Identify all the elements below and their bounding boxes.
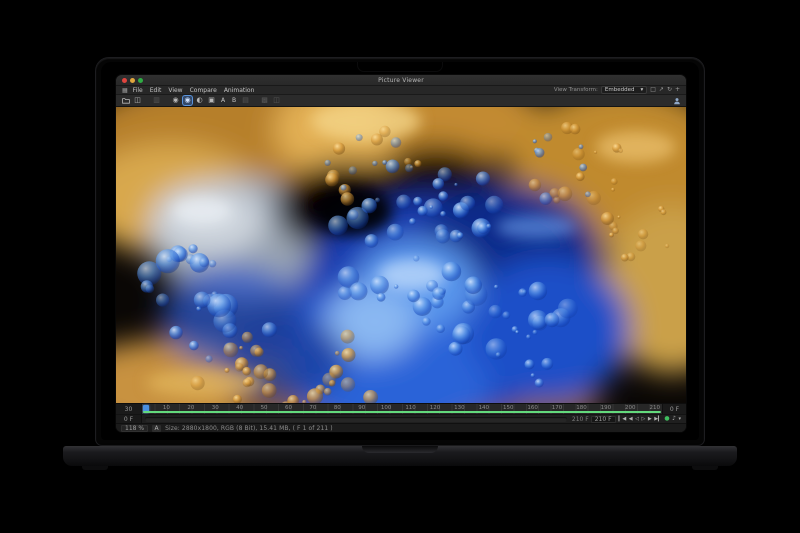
timeline-ruler[interactable]: 1020304050607080901001101201301401501601… [142, 404, 662, 414]
histogram-icon[interactable]: ▥ [152, 96, 161, 105]
link-icon[interactable]: ▩ [260, 96, 269, 105]
save-icon[interactable]: ◫ [133, 96, 142, 105]
status-bar: 118 % A Size: 2880x1800, RGB (8 Bit), 15… [116, 423, 686, 432]
contrast-icon[interactable]: ◐ [195, 96, 204, 105]
image-info-text: Size: 2880x1800, RGB (8 Bit), 15.41 MB, … [165, 425, 333, 432]
camera-notch [358, 62, 442, 71]
step-forward-button[interactable]: ▶ [648, 417, 652, 422]
navigator-icon[interactable]: ◉ [171, 96, 180, 105]
view-transform-value: Embedded [605, 87, 635, 93]
playback-options-icon[interactable]: ▾ [678, 417, 681, 422]
reload-icon[interactable]: ↻ [667, 87, 672, 93]
view-transform-label: View Transform: [554, 87, 598, 93]
menu-view[interactable]: View [168, 87, 182, 94]
fps-field[interactable]: 30 [116, 404, 142, 414]
window-titlebar[interactable]: Picture Viewer [116, 75, 686, 86]
toolbar: ◫ ▥ ◉ ◉ ◐ ▣ A B ▤ ▩ ◫ [116, 95, 686, 107]
mask-icon[interactable]: ▣ [207, 96, 216, 105]
range-start-field[interactable]: 0 F [116, 415, 142, 423]
range-end-field[interactable]: 210 F [591, 416, 616, 423]
play-reverse-button[interactable]: ◁ [635, 417, 639, 422]
compare-mode-icon[interactable]: ◉ [183, 96, 192, 105]
transport-controls: ▎◀ ◀ ◁ ▷ ▶ ▶▎ ● ♪ ▾ [619, 416, 686, 422]
play-button[interactable]: ▷ [641, 417, 645, 422]
lid-scoop [362, 446, 438, 453]
current-frame-field[interactable]: 0 F [662, 404, 686, 414]
step-back-button[interactable]: ◀ [629, 417, 633, 422]
render-art [116, 107, 686, 403]
cache-bar [143, 411, 661, 413]
laptop-foot-left [82, 466, 108, 470]
wipe-icon[interactable]: ▤ [241, 96, 250, 105]
laptop-base [63, 446, 737, 466]
zoom-level-field[interactable]: 118 % [121, 425, 148, 432]
close-button[interactable] [122, 78, 127, 83]
chevron-down-icon: ▾ [640, 87, 643, 93]
picture-viewer-window: Picture Viewer ▦ File Edit View Compare … [116, 75, 686, 432]
menu-bar: ▦ File Edit View Compare Animation View … [116, 86, 686, 95]
settings-icon[interactable]: + [675, 87, 680, 93]
zoom-button[interactable] [138, 78, 143, 83]
user-icon[interactable] [672, 96, 681, 105]
pop-out-icon[interactable]: ↗ [659, 87, 664, 93]
menu-animation[interactable]: Animation [224, 87, 255, 94]
fullscreen-icon[interactable]: □ [650, 87, 656, 93]
sound-icon[interactable]: ♪ [672, 416, 676, 422]
window-title: Picture Viewer [116, 77, 686, 84]
menu-compare[interactable]: Compare [190, 87, 217, 94]
layout-grid-icon[interactable]: ▦ [122, 87, 128, 94]
menu-file[interactable]: File [133, 87, 143, 94]
range-slider[interactable] [145, 417, 567, 422]
timeline-ruler-row: 30 1020304050607080901001101201301401501… [116, 403, 686, 414]
channel-badge: A [152, 425, 161, 432]
traffic-lights [122, 78, 143, 83]
buffer-a-button[interactable]: A [219, 97, 227, 104]
go-to-end-button[interactable]: ▶▎ [654, 417, 662, 422]
laptop-foot-right [692, 466, 718, 470]
laptop-display: Picture Viewer ▦ File Edit View Compare … [101, 62, 699, 440]
open-folder-icon[interactable] [121, 96, 130, 105]
minimize-button[interactable] [130, 78, 135, 83]
render-viewport[interactable] [116, 107, 686, 403]
menu-edit[interactable]: Edit [150, 87, 162, 94]
range-end-label: 210 F [570, 416, 591, 423]
stack-icon[interactable]: ◫ [272, 96, 281, 105]
buffer-b-button[interactable]: B [230, 97, 238, 104]
laptop-screen: Picture Viewer ▦ File Edit View Compare … [95, 57, 705, 446]
loop-button[interactable]: ● [664, 416, 669, 422]
view-transform-select[interactable]: Embedded ▾ [601, 86, 647, 94]
go-to-start-button[interactable]: ▎◀ [619, 417, 627, 422]
timeline-range-row: 0 F 210 F 210 F ▎◀ ◀ ◁ ▷ ▶ ▶▎ ● ♪ ▾ [116, 414, 686, 423]
